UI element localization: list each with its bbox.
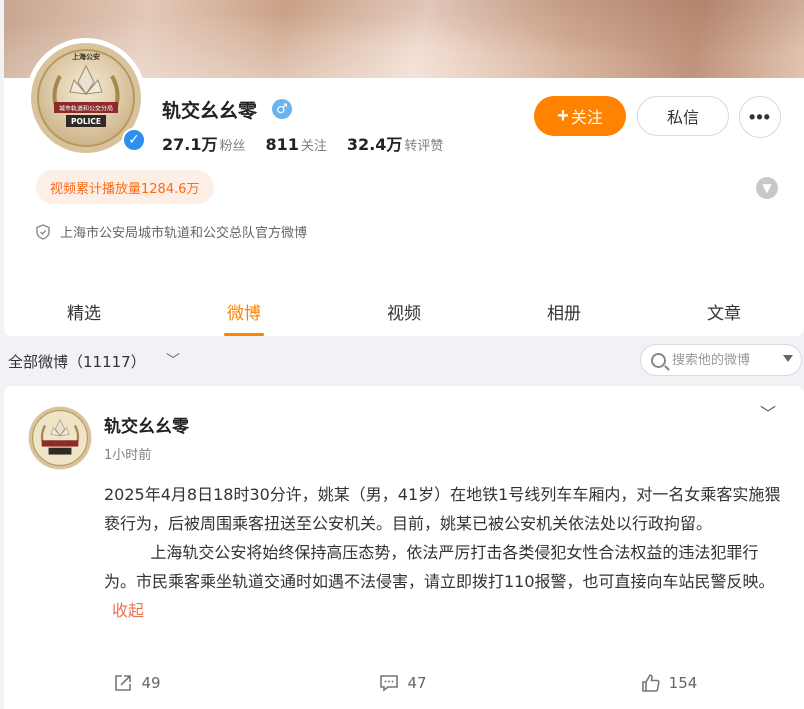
all-posts-filter[interactable]: 全部微博（11117） [8, 351, 146, 372]
stat-label: 粉丝 [219, 139, 246, 154]
profile-card: 城市轨道和公交分局 POLICE 上海公安 ✓ 轨交幺幺零 ♂ 27.1万 粉丝 … [4, 0, 804, 336]
profile-name: 轨交幺幺零 [162, 100, 258, 122]
post-card: 轨交幺幺零 1小时前 ﹀ 2025年4月8日18时30分许，姚某（男，41岁）在… [4, 386, 804, 709]
post-paragraph-1: 2025年4月8日18时30分许，姚某（男，41岁）在地铁1号线列车车厢内，对一… [104, 485, 781, 533]
comment-button[interactable]: 47 [270, 668, 536, 698]
search-input[interactable] [672, 352, 768, 368]
profile-stats: 27.1万 粉丝 811 关注 32.4万 转评赞 [162, 131, 443, 155]
post-timestamp[interactable]: 1小时前 [104, 444, 151, 463]
verification-info: 上海市公安局城市轨道和公交总队官方微博 [36, 222, 307, 241]
share-count: 49 [141, 674, 161, 692]
stat-reposts-comments-likes[interactable]: 32.4万 转评赞 [347, 131, 444, 155]
post-menu-chevron-icon[interactable]: ﹀ [760, 400, 776, 424]
share-icon [115, 675, 132, 691]
share-button[interactable]: 49 [4, 668, 270, 698]
profile-tabs: 精选 微博 视频 相册 文章 [4, 282, 804, 336]
like-icon [641, 674, 660, 692]
logo-police-text: POLICE [71, 117, 101, 126]
chevron-down-icon[interactable]: ﹀ [166, 350, 180, 370]
male-icon: ♂ [272, 99, 292, 119]
post-author-name[interactable]: 轨交幺幺零 [104, 412, 189, 437]
tab-weibo[interactable]: 微博 [164, 282, 324, 336]
stat-following[interactable]: 811 关注 [266, 135, 327, 154]
post-text: 2025年4月8日18时30分许，姚某（男，41岁）在地铁1号线列车车厢内，对一… [104, 480, 784, 625]
comment-icon [380, 675, 399, 692]
follow-label: 关注 [570, 110, 603, 127]
post-search-box[interactable] [640, 344, 802, 376]
post-paragraph-2-text: 上海轨交公安将始终保持高压态势，依法严厉打击各类侵犯女性合法权益的违法犯罪行为。… [104, 543, 775, 591]
post-paragraph-2: 上海轨交公安将始终保持高压态势，依法严厉打击各类侵犯女性合法权益的违法犯罪行为。… [104, 538, 784, 625]
like-count: 154 [668, 674, 698, 692]
stat-value: 32.4万 [346, 135, 403, 154]
tab-articles[interactable]: 文章 [644, 282, 804, 336]
like-button[interactable]: 154 [536, 668, 802, 698]
logo-band-text: 城市轨道和公交分局 [59, 105, 113, 113]
shield-icon [36, 223, 50, 240]
stat-label: 转评赞 [404, 139, 444, 154]
post-actions: 49 47 154 [4, 668, 804, 698]
video-play-count-badge[interactable]: 视频累计播放量1284.6万 [36, 170, 214, 204]
logo-top-text: 上海公安 [72, 52, 100, 61]
follow-button[interactable]: + 关注 [534, 96, 626, 136]
more-options-button[interactable]: ••• [739, 96, 781, 138]
caret-down-icon[interactable] [783, 355, 793, 362]
tab-video[interactable]: 视频 [324, 282, 484, 336]
verified-badge-icon: ✓ [122, 128, 146, 152]
search-icon [651, 352, 666, 368]
plus-icon: + [557, 104, 569, 127]
post-filter-row: 全部微博（11117） ﹀ [0, 336, 804, 386]
collapse-link[interactable]: 收起 [112, 601, 144, 620]
tab-featured[interactable]: 精选 [4, 282, 164, 336]
stat-followers[interactable]: 27.1万 粉丝 [162, 131, 246, 155]
stat-label: 关注 [300, 139, 327, 154]
tab-album[interactable]: 相册 [484, 282, 644, 336]
message-button[interactable]: 私信 [637, 96, 729, 136]
post-author-avatar[interactable] [28, 406, 92, 470]
stat-value: 811 [265, 135, 299, 154]
verification-text: 上海市公安局城市轨道和公交总队官方微博 [60, 226, 308, 241]
comment-count: 47 [407, 674, 427, 692]
stat-value: 27.1万 [162, 135, 218, 154]
expand-info-chevron-icon[interactable]: ▼ [756, 177, 778, 199]
